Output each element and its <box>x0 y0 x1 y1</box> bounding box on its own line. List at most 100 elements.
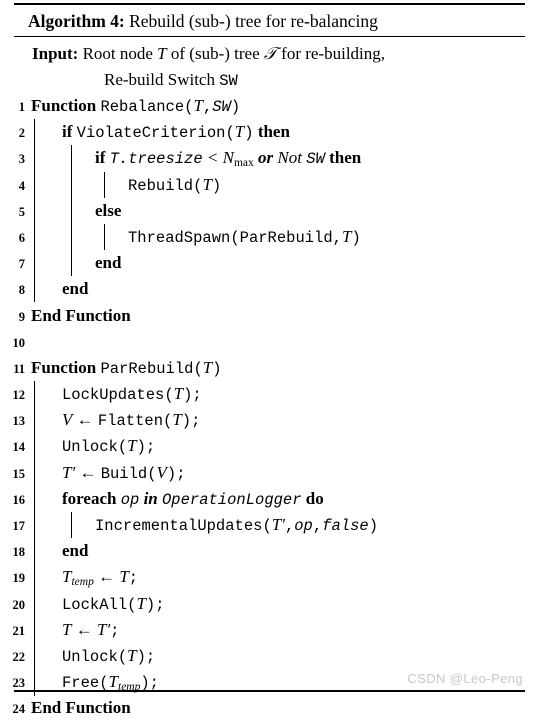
paren-close: ) <box>212 359 222 378</box>
code-line: 2 if ViolateCriterion(T) then <box>0 119 543 145</box>
line-content: if T.treesize < Nmax or Not SW then <box>95 145 361 171</box>
line-content: LockAll(T); <box>62 591 165 617</box>
line-content: Function Rebalance(T,SW) <box>31 93 240 119</box>
line-number: 4 <box>18 178 25 193</box>
arg-T: T <box>172 410 182 430</box>
algorithm-caption: Algorithm 4: Rebuild (sub-) tree for re-… <box>28 8 525 34</box>
paren-open: ( <box>262 517 272 535</box>
semicolon: ; <box>192 386 202 405</box>
code-line: 5 else <box>0 198 543 224</box>
fn-rebalance: Rebalance <box>100 98 185 116</box>
code-line: 4 Rebuild(T) <box>0 172 543 198</box>
input-text-a: Root node <box>82 44 158 63</box>
input-block: Input: Root node T of (sub-) tree 𝒯 for … <box>14 41 529 93</box>
algorithm-title: Rebuild (sub-) tree for re-balancing <box>129 11 378 31</box>
semicolon: ; <box>176 464 186 483</box>
semicolon: ; <box>155 595 165 614</box>
paren-open: ( <box>164 386 174 405</box>
paren-open: ( <box>99 674 109 693</box>
line-content: foreach op in OperationLogger do <box>62 486 324 512</box>
line-number: 24 <box>12 702 26 717</box>
line-number: 23 <box>12 676 26 691</box>
code-line: 15 T′ ← Build(V); <box>0 460 543 486</box>
code-line: 14 Unlock(T); <box>0 433 543 459</box>
paren-close: ) <box>136 647 146 666</box>
input-var-SW: SW <box>219 72 238 90</box>
input-text-c: for re-building, <box>276 44 386 63</box>
op-assign: ← <box>79 462 97 482</box>
fn-build: Build <box>100 464 148 483</box>
code-line: 21 T ← T′; <box>0 617 543 643</box>
paren-close: ) <box>145 595 156 614</box>
op-assign: ← <box>75 619 93 639</box>
paren-close: ) <box>211 176 222 195</box>
line-number: 19 <box>12 571 26 586</box>
rule-caption <box>14 36 525 38</box>
code-line-blank: 10 <box>0 329 543 355</box>
code-line: 1 Function Rebalance(T,SW) <box>0 93 543 119</box>
var-operation-logger: OperationLogger <box>162 490 302 509</box>
kw-end-function: End Function <box>31 698 131 718</box>
input-keyword: Input: <box>32 44 79 63</box>
comma: , <box>284 517 295 535</box>
arg-SW: SW <box>212 98 231 116</box>
line-content: Unlock(T); <box>62 433 155 459</box>
paren-open: ( <box>163 412 173 431</box>
comma: , <box>312 517 323 535</box>
comma: , <box>202 98 213 116</box>
line-number: 2 <box>18 126 25 141</box>
semicolon: ; <box>145 438 156 457</box>
line-number: 16 <box>12 492 26 507</box>
code-line: 13 V ← Flatten(T); <box>0 407 543 433</box>
expr-treesize: T.treesize <box>109 150 203 169</box>
code-line: 12 LockUpdates(T); <box>0 381 543 407</box>
semicolon: ; <box>128 569 139 588</box>
code-line: 8 end <box>0 276 543 302</box>
kw-or: or <box>258 148 274 168</box>
paren-close: ) <box>140 674 150 693</box>
arg-T: T <box>193 96 203 115</box>
rule-top <box>14 3 525 6</box>
line-number: 15 <box>12 466 26 481</box>
line-number: 9 <box>18 309 25 324</box>
var-V: V <box>62 410 73 430</box>
arg-T: T <box>234 122 245 142</box>
paren-open: ( <box>117 647 128 666</box>
input-line-1: Input: Root node T of (sub-) tree 𝒯 for … <box>14 41 529 67</box>
paren-open: ( <box>193 359 203 378</box>
fn-thread-spawn: ThreadSpawn <box>128 228 231 247</box>
algorithm-block: Algorithm 4: Rebuild (sub-) tree for re-… <box>0 0 543 717</box>
arg-op: op <box>294 517 313 535</box>
const-N: N <box>222 148 234 168</box>
line-content: IncrementalUpdates(T′,op,false) <box>95 512 378 538</box>
line-number: 12 <box>12 388 26 403</box>
paren-open: ( <box>117 438 128 457</box>
op-assign: ← <box>98 567 116 587</box>
line-number: 11 <box>13 361 25 376</box>
line-number: 17 <box>12 519 26 533</box>
fn-violate-criterion: ViolateCriterion <box>76 124 226 143</box>
line-number: 22 <box>12 649 26 664</box>
kw-not: Not <box>277 148 302 168</box>
line-content: ThreadSpawn(ParRebuild,T) <box>128 224 361 250</box>
arg-T: T <box>127 645 137 665</box>
code-line: 16 foreach op in OperationLogger do <box>0 486 543 512</box>
code-line: 6 ThreadSpawn(ParRebuild,T) <box>0 224 543 250</box>
paren-close: ) <box>368 517 378 535</box>
kw-end: end <box>62 541 89 561</box>
paren-close: ) <box>181 412 192 431</box>
line-number: 21 <box>12 623 26 638</box>
line-content: V ← Flatten(T); <box>62 407 200 433</box>
code-line: 22 Unlock(T); <box>0 643 543 669</box>
paren-open: ( <box>230 228 240 247</box>
kw-function: Function <box>31 357 97 377</box>
comma: , <box>332 228 342 247</box>
paren-close: ) <box>136 438 146 457</box>
kw-end: end <box>62 279 89 299</box>
line-content: Free(Ttemp); <box>62 669 159 695</box>
op-assign: ← <box>76 410 94 430</box>
arg-T: T <box>202 174 212 194</box>
arg-T-subscript: temp <box>118 681 141 694</box>
input-var-T: T <box>157 44 167 63</box>
fn-lock-updates: LockUpdates <box>62 386 165 405</box>
